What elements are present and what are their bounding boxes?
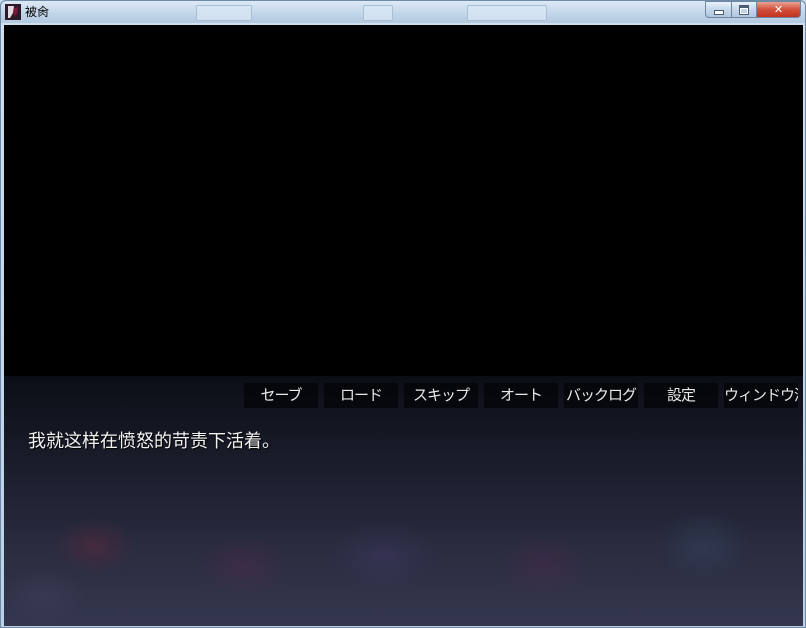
hide-window-button[interactable]: ウィンドウ消去 <box>724 383 798 408</box>
save-button[interactable]: セーブ <box>244 383 318 408</box>
background-tab-2 <box>363 5 393 21</box>
maximize-button[interactable] <box>731 1 757 18</box>
close-icon: ✕ <box>773 3 784 16</box>
load-button[interactable]: ロード <box>324 383 398 408</box>
game-screen[interactable]: セーブ ロード スキップ オート バックログ 設定 ウィンドウ消去 我就这样在愤… <box>4 25 803 626</box>
app-icon <box>5 4 21 20</box>
game-menu-bar: セーブ ロード スキップ オート バックログ 設定 ウィンドウ消去 <box>244 383 798 408</box>
dialogue-text: 我就这样在愤怒的苛责下活着。 <box>28 431 280 452</box>
backlog-button[interactable]: バックログ <box>564 383 638 408</box>
minimize-button[interactable] <box>705 1 731 18</box>
app-window: 被肏 ✕ セーブ ロード スキップ オート バックログ 設定 ウィンドウ 我就这… <box>0 0 806 628</box>
maximize-icon <box>739 4 749 15</box>
message-window[interactable]: セーブ ロード スキップ オート バックログ 設定 ウィンドウ消去 我就这样在愤… <box>4 376 803 626</box>
title-bar[interactable]: 被肏 ✕ <box>1 1 805 23</box>
settings-button[interactable]: 設定 <box>644 383 718 408</box>
skip-button[interactable]: スキップ <box>404 383 478 408</box>
auto-button[interactable]: オート <box>484 383 558 408</box>
minimize-icon <box>713 10 724 15</box>
background-tab-3 <box>467 5 547 21</box>
close-button[interactable]: ✕ <box>757 1 801 18</box>
background-tab-1 <box>196 5 252 21</box>
caption-buttons: ✕ <box>705 1 801 19</box>
window-title: 被肏 <box>25 5 50 19</box>
